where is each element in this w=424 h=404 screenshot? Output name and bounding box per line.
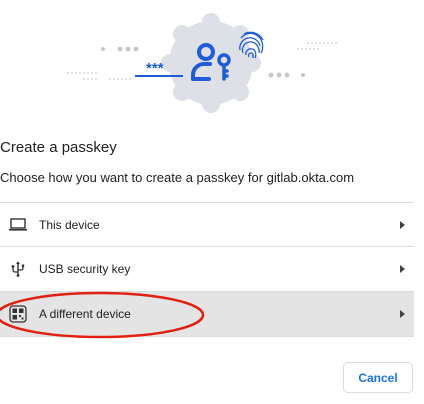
divider <box>0 336 414 337</box>
passkey-illustration: *** <box>67 13 337 113</box>
option-different-device[interactable]: A different device <box>0 292 414 336</box>
decorative-dots-left <box>67 46 139 80</box>
usb-icon <box>8 259 28 279</box>
chevron-right-icon <box>400 221 405 229</box>
chevron-right-icon <box>400 310 405 318</box>
cancel-button[interactable]: Cancel <box>343 362 413 393</box>
chevron-right-icon <box>400 265 405 273</box>
option-label: A different device <box>39 307 131 321</box>
laptop-icon <box>8 215 28 235</box>
dialog-subtitle: Choose how you want to create a passkey … <box>0 170 355 185</box>
option-label: USB security key <box>39 262 131 276</box>
qr-code-icon <box>8 304 28 324</box>
dialog-title: Create a passkey <box>0 139 117 156</box>
passcode-text: *** <box>146 60 164 77</box>
option-label: This device <box>39 218 100 232</box>
decorative-dots-right <box>268 42 337 78</box>
option-usb-security-key[interactable]: USB security key <box>0 247 414 291</box>
option-this-device[interactable]: This device <box>0 203 414 247</box>
